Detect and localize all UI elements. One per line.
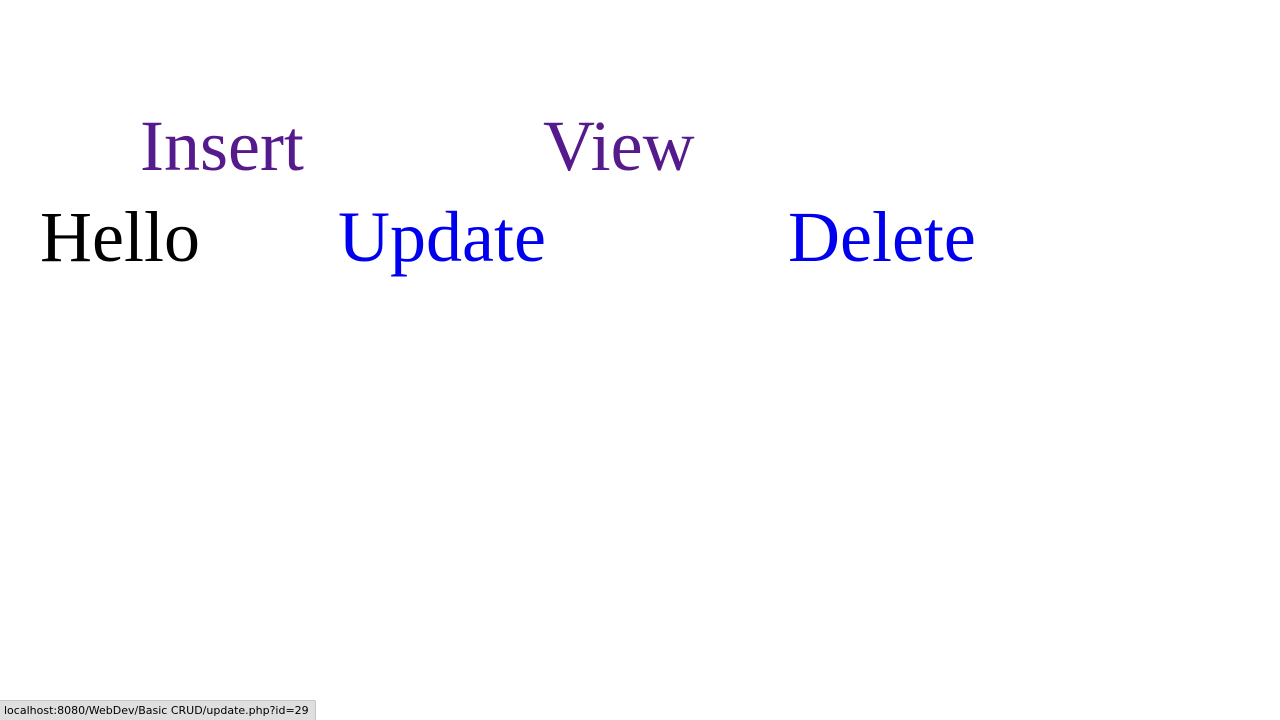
insert-link[interactable]: Insert	[140, 110, 304, 182]
page-body: { "nav": { "insert_label": "Insert", "vi…	[0, 0, 1280, 720]
status-bar-url: localhost:8080/WebDev/Basic CRUD/update.…	[0, 700, 316, 720]
delete-link[interactable]: Delete	[788, 201, 976, 273]
record-name: Hello	[40, 197, 200, 277]
update-link[interactable]: Update	[338, 201, 546, 273]
view-link[interactable]: View	[543, 110, 695, 182]
